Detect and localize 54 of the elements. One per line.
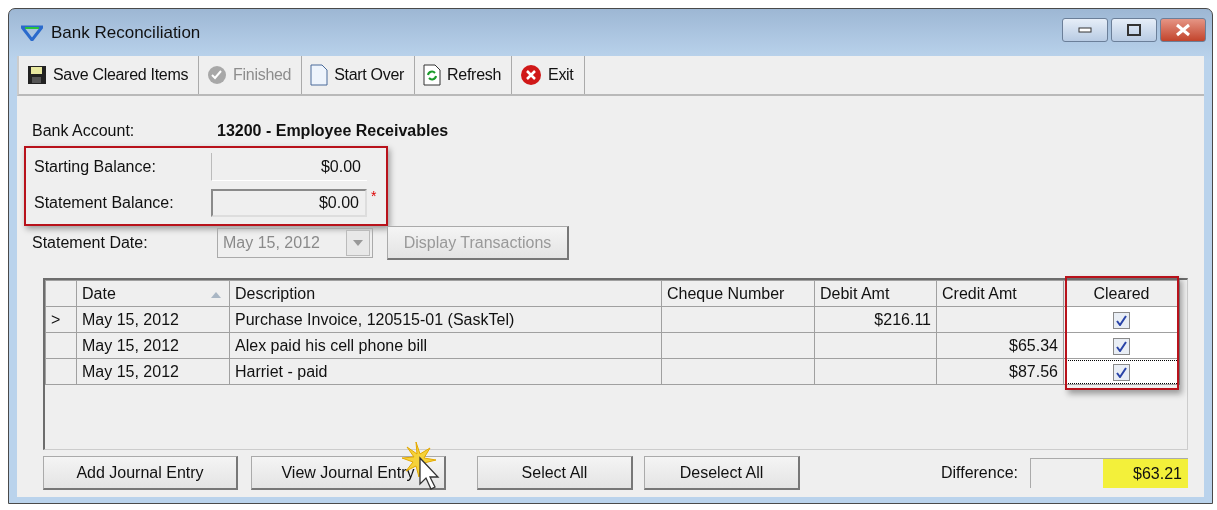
account-name: 13200 - Employee Receivables — [217, 122, 449, 140]
difference-label: Difference: — [940, 464, 1018, 482]
toolbar-button[interactable]: Save Cleared Items — [19, 56, 200, 94]
column-header[interactable]: Description — [229, 280, 662, 307]
check-icon — [1116, 314, 1127, 326]
balance-field[interactable]: $0.00 — [211, 189, 367, 217]
difference-value: $63.21 — [1103, 459, 1188, 488]
dropdown-arrow-icon — [353, 240, 363, 246]
table-cell: May 15, 2012 — [76, 306, 230, 333]
row-header[interactable]: > — [45, 306, 77, 333]
table-cell: $87.56 — [936, 358, 1064, 385]
table-cell: Alex paid his cell phone bill — [229, 332, 662, 359]
refresh-icon — [423, 64, 442, 86]
table-cell: Harriet - paid — [229, 358, 662, 385]
app-logo-icon — [21, 24, 43, 41]
balance-value: $0.00 — [211, 153, 367, 181]
table-cell: $216.11 — [814, 306, 937, 333]
field-label: Starting Balance: — [34, 158, 157, 176]
sort-arrow-icon — [211, 292, 221, 298]
field-label: Bank Account: — [32, 122, 136, 140]
close-button[interactable] — [1160, 17, 1206, 42]
table-cell: $65.34 — [936, 332, 1064, 359]
toolbar-button[interactable]: Refresh — [415, 56, 513, 94]
field-label: Statement Balance: — [34, 194, 175, 212]
close-icon — [520, 64, 543, 86]
column-header[interactable]: Debit Amt — [814, 280, 937, 307]
checkbox[interactable] — [1113, 311, 1130, 329]
toolbar-button[interactable]: Start Over — [302, 56, 416, 94]
column-header[interactable]: Cleared — [1063, 280, 1180, 307]
check-icon — [1116, 366, 1127, 378]
toolbar-button[interactable]: Exit — [512, 56, 585, 94]
checkbox[interactable] — [1113, 337, 1130, 355]
minimize-icon — [1078, 26, 1092, 33]
maximize-icon — [1127, 23, 1141, 36]
table-cell: May 15, 2012 — [76, 332, 230, 359]
action-button[interactable]: Select All — [477, 456, 633, 490]
column-header[interactable]: Credit Amt — [936, 280, 1064, 307]
close-icon — [1175, 22, 1191, 37]
action-button[interactable]: Deselect All — [644, 456, 800, 490]
column-header[interactable]: Date — [76, 280, 230, 307]
field-label: Statement Date: — [32, 234, 149, 252]
checkbox[interactable] — [1113, 363, 1130, 381]
check-circle-icon — [207, 65, 228, 85]
action-button[interactable]: View Journal Entry — [251, 456, 446, 490]
check-icon — [1116, 340, 1127, 352]
maximize-button[interactable] — [1111, 17, 1157, 42]
action-button[interactable]: Add Journal Entry — [43, 456, 238, 490]
document-icon — [310, 64, 329, 86]
table-cell: Purchase Invoice, 120515-01 (SaskTel) — [229, 306, 662, 333]
column-header[interactable]: Cheque Number — [661, 280, 815, 307]
window-title: Bank Reconciliation — [51, 22, 202, 43]
row-header-corner — [45, 280, 77, 307]
required-marker: * — [371, 188, 377, 204]
table-cell: May 15, 2012 — [76, 358, 230, 385]
